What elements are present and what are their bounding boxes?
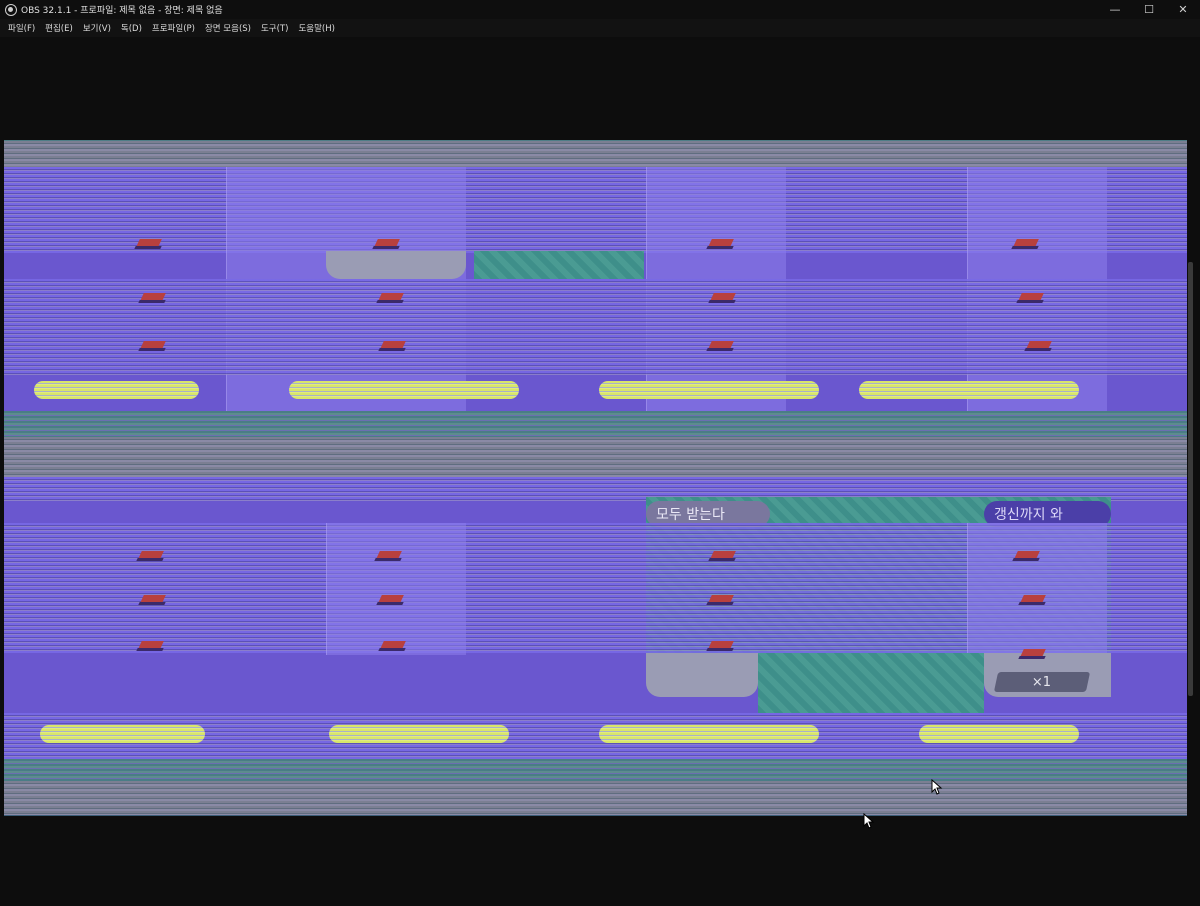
- quantity-label: ×1: [1032, 674, 1052, 690]
- menu-tools[interactable]: 도구(T): [256, 22, 293, 34]
- item-icon: [136, 291, 170, 305]
- card-background: [474, 251, 644, 279]
- item-icon: [132, 237, 166, 251]
- menu-scene-collection[interactable]: 장면 모음(S): [200, 22, 256, 34]
- menu-view[interactable]: 보기(V): [78, 22, 116, 34]
- maximize-button[interactable]: ☐: [1132, 0, 1166, 19]
- preview-scrollbar[interactable]: [1188, 262, 1193, 696]
- claim-button-glitch: [329, 725, 509, 743]
- item-icon: [1016, 593, 1050, 607]
- glitch-band: [4, 759, 1187, 781]
- window-titlebar[interactable]: OBS 32.1.1 - 프로파일: 제목 없음 - 장면: 제목 없음 — ☐…: [0, 0, 1200, 19]
- item-icon: [1009, 237, 1043, 251]
- glitch-band: [4, 781, 1187, 815]
- menu-bar: 파일(F) 편집(E) 보기(V) 독(D) 프로파일(P) 장면 모음(S) …: [0, 19, 1200, 37]
- item-icon: [134, 549, 168, 563]
- item-icon: [374, 291, 408, 305]
- claim-button-glitch: [34, 381, 199, 399]
- mouse-cursor-icon: [931, 779, 943, 795]
- item-icon: [704, 593, 738, 607]
- item-icon: [1016, 647, 1050, 661]
- item-icon: [374, 593, 408, 607]
- menu-edit[interactable]: 편집(E): [40, 22, 78, 34]
- claim-button-glitch: [289, 381, 519, 399]
- reward-card: [967, 523, 1107, 655]
- item-icon: [134, 639, 168, 653]
- menu-docks[interactable]: 독(D): [116, 22, 147, 34]
- item-icon: [376, 639, 410, 653]
- item-icon: [136, 593, 170, 607]
- item-icon: [1010, 549, 1044, 563]
- item-icon: [704, 339, 738, 353]
- item-icon: [706, 549, 740, 563]
- item-icon: [1022, 339, 1056, 353]
- obs-logo-icon: [5, 3, 17, 16]
- reward-card: [326, 523, 466, 655]
- program-preview[interactable]: 모두 받는다 갱신까지 와 ×1: [4, 140, 1187, 816]
- item-icon: [1014, 291, 1048, 305]
- item-icon: [136, 339, 170, 353]
- minimize-button[interactable]: —: [1098, 0, 1132, 19]
- claim-button-glitch: [859, 381, 1079, 399]
- glitch-band: [4, 437, 1187, 477]
- menu-profile[interactable]: 프로파일(P): [147, 22, 200, 34]
- item-icon: [704, 237, 738, 251]
- close-button[interactable]: ✕: [1166, 0, 1200, 19]
- glitch-band: [1111, 657, 1187, 713]
- card-panel: [326, 251, 466, 279]
- glitch-band: [4, 141, 1187, 167]
- menu-help[interactable]: 도움말(H): [293, 22, 339, 34]
- claim-button-glitch: [599, 725, 819, 743]
- quantity-badge: ×1: [993, 672, 1091, 692]
- item-icon: [370, 237, 404, 251]
- item-icon: [376, 339, 410, 353]
- card-background: [758, 653, 984, 713]
- mouse-cursor-icon: [863, 813, 875, 829]
- glitch-band: [4, 411, 1187, 437]
- claim-button-glitch: [599, 381, 819, 399]
- card-panel: [646, 653, 758, 697]
- claim-button-glitch: [40, 725, 205, 743]
- item-icon: [704, 639, 738, 653]
- item-icon: [706, 291, 740, 305]
- item-icon: [372, 549, 406, 563]
- menu-file[interactable]: 파일(F): [3, 22, 40, 34]
- glitch-band: [4, 657, 646, 713]
- glitch-band: [4, 279, 1187, 375]
- window-title: OBS 32.1.1 - 프로파일: 제목 없음 - 장면: 제목 없음: [21, 6, 223, 16]
- claim-button-glitch: [919, 725, 1079, 743]
- window-controls: — ☐ ✕: [1098, 0, 1200, 19]
